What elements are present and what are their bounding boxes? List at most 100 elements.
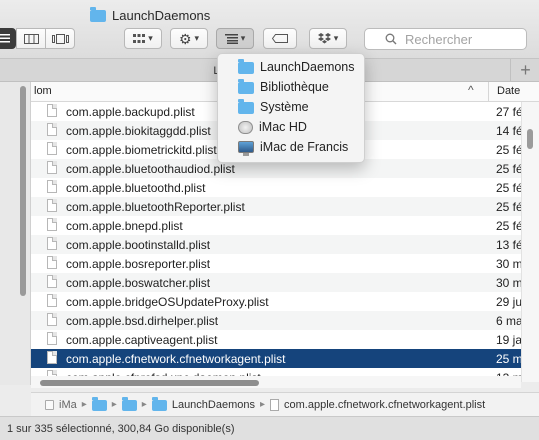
horizontal-scrollbar[interactable]: [31, 376, 521, 388]
gear-icon: ⚙: [178, 30, 192, 47]
file-date: 25 fé: [496, 142, 521, 157]
file-date: 6 ma: [496, 313, 521, 328]
file-name: com.apple.bluetoothaudiod.plist: [66, 161, 235, 176]
cover-flow-icon: [51, 33, 69, 44]
file-row[interactable]: com.apple.bnepd.plist 25 fé: [31, 216, 521, 235]
path-menu-item[interactable]: Système: [218, 97, 364, 117]
document-icon: [270, 398, 280, 411]
file-row[interactable]: com.apple.bootinstalld.plist 13 fé: [31, 235, 521, 254]
dropbox-button[interactable]: ▾: [309, 28, 347, 49]
file-row[interactable]: com.apple.captiveagent.plist 19 ja: [31, 330, 521, 349]
plist-file-icon: [47, 199, 57, 212]
file-row[interactable]: com.apple.bluetoothReporter.plist 25 fé: [31, 197, 521, 216]
search-input[interactable]: [403, 30, 517, 48]
path-bar: iMa ▸ ▸ ▸ LaunchDaemons ▸ com.apple.cfne…: [31, 392, 539, 416]
path-menu-item[interactable]: LaunchDaemons: [218, 57, 364, 77]
plist-file-icon: [47, 161, 57, 174]
file-name: com.apple.captiveagent.plist: [66, 332, 218, 347]
path-separator: ▸: [111, 399, 117, 410]
cover-flow-view-button[interactable]: [45, 28, 75, 49]
chevron-down-icon: ▾: [333, 33, 339, 43]
vertical-scroll-thumb[interactable]: [527, 129, 533, 149]
horizontal-scroll-thumb[interactable]: [40, 380, 259, 386]
imac-icon: [238, 141, 254, 156]
list-view-icon: [0, 34, 10, 43]
search-field[interactable]: [364, 28, 527, 50]
title-bar: LaunchDaemons ▾ ⚙ ▾ ▾ ▾: [0, 0, 539, 58]
dropbox-icon: [317, 33, 331, 44]
hard-drive-icon: [45, 399, 54, 410]
hard-drive-icon: [238, 120, 253, 134]
status-bar: 1 sur 335 sélectionné, 300,84 Go disponi…: [0, 416, 539, 440]
file-date: 25 fé: [496, 180, 521, 195]
sidebar: [0, 82, 31, 385]
plist-file-icon: [47, 332, 57, 345]
file-row[interactable]: com.apple.bridgeOSUpdateProxy.plist 29 ju: [31, 292, 521, 311]
path-menu-item[interactable]: iMac de Francis: [218, 137, 364, 157]
column-divider[interactable]: [488, 82, 489, 101]
file-name: com.apple.bluetoothd.plist: [66, 180, 206, 195]
path-item-disk[interactable]: iMa: [59, 399, 77, 411]
new-tab-button[interactable]: +: [510, 59, 539, 82]
file-name: com.apple.bridgeOSUpdateProxy.plist: [66, 294, 269, 309]
chevron-down-icon: ▾: [240, 33, 246, 43]
plist-file-icon: [47, 104, 57, 117]
search-icon: [385, 33, 397, 45]
plist-file-icon: [47, 180, 57, 193]
file-date: 30 m: [496, 256, 521, 271]
file-date: 29 ju: [496, 294, 521, 309]
vertical-scrollbar[interactable]: [521, 102, 539, 382]
plist-file-icon: [47, 351, 57, 364]
date-column-header[interactable]: Date: [497, 85, 520, 97]
folder-icon: [238, 99, 254, 114]
folder-icon[interactable]: [91, 397, 107, 411]
path-menu-item-label: iMac HD: [259, 120, 307, 134]
file-name: com.apple.boswatcher.plist: [66, 275, 211, 290]
file-name: com.apple.bsd.dirhelper.plist: [66, 313, 219, 328]
path-menu-item-label: Système: [260, 100, 309, 114]
plist-file-icon: [47, 313, 57, 326]
file-row[interactable]: com.apple.bsd.dirhelper.plist 6 ma: [31, 311, 521, 330]
file-row[interactable]: com.apple.bosreporter.plist 30 m: [31, 254, 521, 273]
status-text: 1 sur 335 sélectionné, 300,84 Go disponi…: [7, 422, 235, 435]
path-popup-menu: LaunchDaemons Bibliothèque Système iMac HD i…: [217, 53, 365, 163]
grid-icon: [133, 33, 146, 43]
file-date: 14 fé: [496, 123, 521, 138]
file-name: com.apple.backupd.plist: [66, 104, 195, 119]
file-date: 13 fé: [496, 237, 521, 252]
chevron-down-icon: ▾: [194, 33, 200, 43]
file-row[interactable]: com.apple.bluetoothd.plist 25 fé: [31, 178, 521, 197]
plist-file-icon: [47, 275, 57, 288]
folder-icon: [238, 79, 254, 94]
plist-file-icon: [47, 218, 57, 231]
file-name: com.apple.cfnetwork.cfnetworkagent.plist: [66, 351, 286, 366]
path-menu-item-label: Bibliothèque: [260, 80, 329, 94]
file-date: 30 m: [496, 275, 521, 290]
path-menu-item-label: LaunchDaemons: [260, 60, 355, 74]
name-column-header[interactable]: lom: [34, 85, 52, 97]
path-menu-item[interactable]: Bibliothèque: [218, 77, 364, 97]
tag-button[interactable]: [263, 28, 297, 49]
file-row[interactable]: com.apple.boswatcher.plist 30 m: [31, 273, 521, 292]
window-title: LaunchDaemons: [90, 6, 210, 24]
file-row[interactable]: com.apple.cfnetwork.cfnetworkagent.plist…: [31, 349, 521, 368]
path-menu-item[interactable]: iMac HD: [218, 117, 364, 137]
file-date: 25 fé: [496, 161, 521, 176]
file-date: 25 fé: [496, 218, 521, 233]
arrange-button[interactable]: ▾: [216, 28, 254, 49]
action-button[interactable]: ⚙ ▾: [170, 28, 208, 49]
plist-file-icon: [47, 123, 57, 136]
sidebar-scrollbar[interactable]: [20, 86, 26, 296]
list-view-button[interactable]: [0, 28, 16, 49]
folder-icon: [238, 59, 254, 74]
window-title-text: LaunchDaemons: [112, 7, 211, 23]
group-button[interactable]: ▾: [124, 28, 162, 49]
file-name: com.apple.biometrickitd.plist: [66, 142, 217, 157]
folder-icon: [90, 7, 106, 22]
path-item-launchdaemons[interactable]: LaunchDaemons: [172, 399, 255, 411]
column-view-button[interactable]: [16, 28, 46, 49]
file-name: com.apple.biokitaggdd.plist: [66, 123, 211, 138]
path-item-file[interactable]: com.apple.cfnetwork.cfnetworkagent.plist: [284, 399, 485, 411]
folder-icon[interactable]: [121, 397, 137, 411]
plist-file-icon: [47, 237, 57, 250]
